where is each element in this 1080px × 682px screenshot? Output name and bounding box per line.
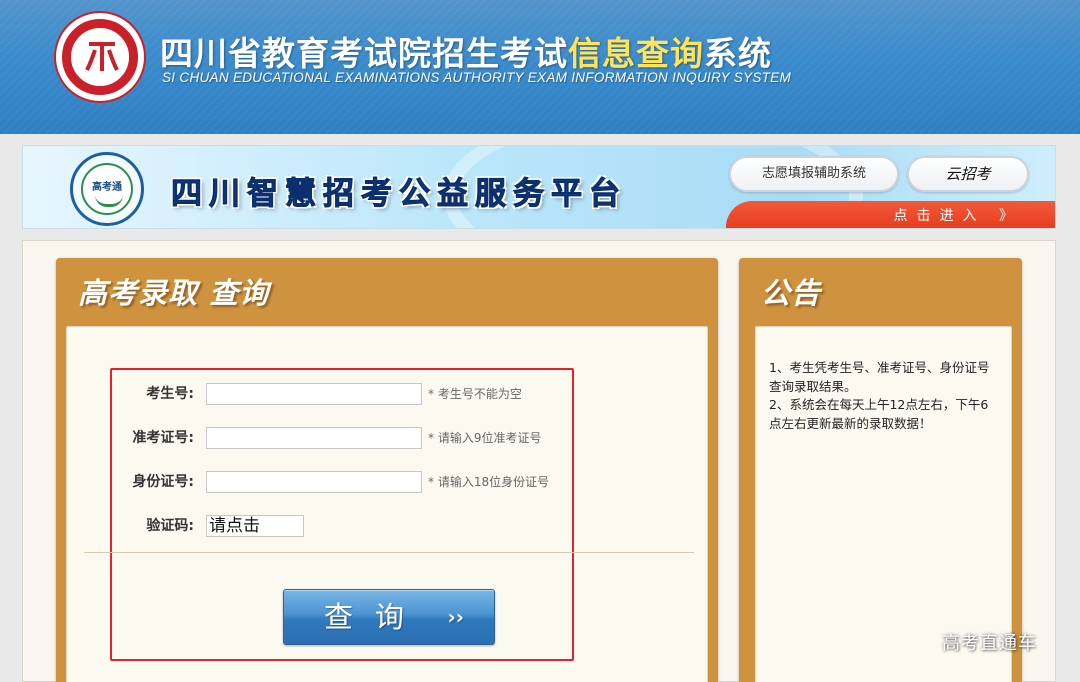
query-button-label: 查询 — [324, 600, 427, 634]
watermark: 高考直通车 — [942, 633, 1037, 654]
volunteer-assist-link[interactable]: 志愿填报辅助系统 — [729, 156, 899, 192]
smart-exam-banner[interactable]: 高考通 四川智慧招考公益服务平台 志愿填报辅助系统 云招考 点击进入 》 — [22, 145, 1056, 229]
site-title-part1: 四川省教育考试院招生考试 — [160, 34, 568, 73]
id-number-row: 身份证号: * 请输入18位身份证号 — [110, 470, 580, 494]
notice-line: 2、系统会在每天上午12点左右，下午6点左右更新最新的录取数据！ — [769, 397, 989, 431]
admission-ticket-label: 准考证号: — [132, 430, 194, 446]
book-icon — [95, 195, 123, 207]
candidate-number-input[interactable] — [206, 383, 422, 405]
site-title-part2: 系统 — [704, 34, 772, 73]
double-chevron-right-icon: ›› — [447, 605, 464, 629]
query-button[interactable]: 查询 ›› — [283, 589, 495, 645]
site-subtitle: SI CHUAN EDUCATIONAL EXAMINATIONS AUTHOR… — [162, 70, 792, 85]
notice-panel-title: 公告 — [761, 276, 822, 310]
id-number-input[interactable] — [206, 471, 422, 493]
captcha-label: 验证码: — [146, 518, 194, 534]
education-authority-seal-icon — [54, 11, 146, 103]
candidate-number-label: 考生号: — [146, 386, 194, 402]
seal-glyph-icon — [85, 42, 119, 71]
logo-text: 高考通 — [92, 182, 122, 193]
captcha-row: 验证码: 请点击 — [110, 514, 580, 538]
logo-inner-ring: 高考通 — [81, 163, 133, 215]
notice-panel: 公告 — [739, 258, 1022, 682]
admission-ticket-row: 准考证号: * 请输入9位准考证号 — [110, 426, 580, 450]
form-divider — [84, 552, 694, 553]
site-header: 四川省教育考试院招生考试信息查询系统 SI CHUAN EDUCATIONAL … — [0, 0, 1080, 134]
enter-button[interactable]: 点击进入 》 — [726, 201, 1055, 228]
notice-line: 1、考生凭考生号、准考证号、身份证号查询录取结果。 — [769, 360, 990, 394]
captcha-trigger[interactable]: 请点击 — [206, 515, 304, 537]
cloud-exam-link[interactable]: 云招考 — [907, 156, 1029, 192]
candidate-number-row: 考生号: * 考生号不能为空 — [110, 382, 580, 406]
candidate-number-hint: * 考生号不能为空 — [428, 387, 522, 401]
id-number-hint: * 请输入18位身份证号 — [428, 475, 550, 489]
platform-title: 四川智慧招考公益服务平台 — [171, 176, 627, 213]
query-panel-title: 高考录取 查询 — [78, 276, 270, 310]
seal-mark — [84, 38, 120, 76]
admission-ticket-input[interactable] — [206, 427, 422, 449]
site-title: 四川省教育考试院招生考试信息查询系统 — [160, 27, 772, 75]
admission-ticket-hint: * 请输入9位准考证号 — [428, 431, 542, 445]
notice-text: 1、考生凭考生号、准考证号、身份证号查询录取结果。 2、系统会在每天上午12点左… — [769, 359, 999, 433]
id-number-label: 身份证号: — [132, 474, 194, 490]
gaokaotong-logo-icon: 高考通 — [70, 152, 144, 226]
site-title-highlight: 信息查询 — [568, 34, 704, 73]
